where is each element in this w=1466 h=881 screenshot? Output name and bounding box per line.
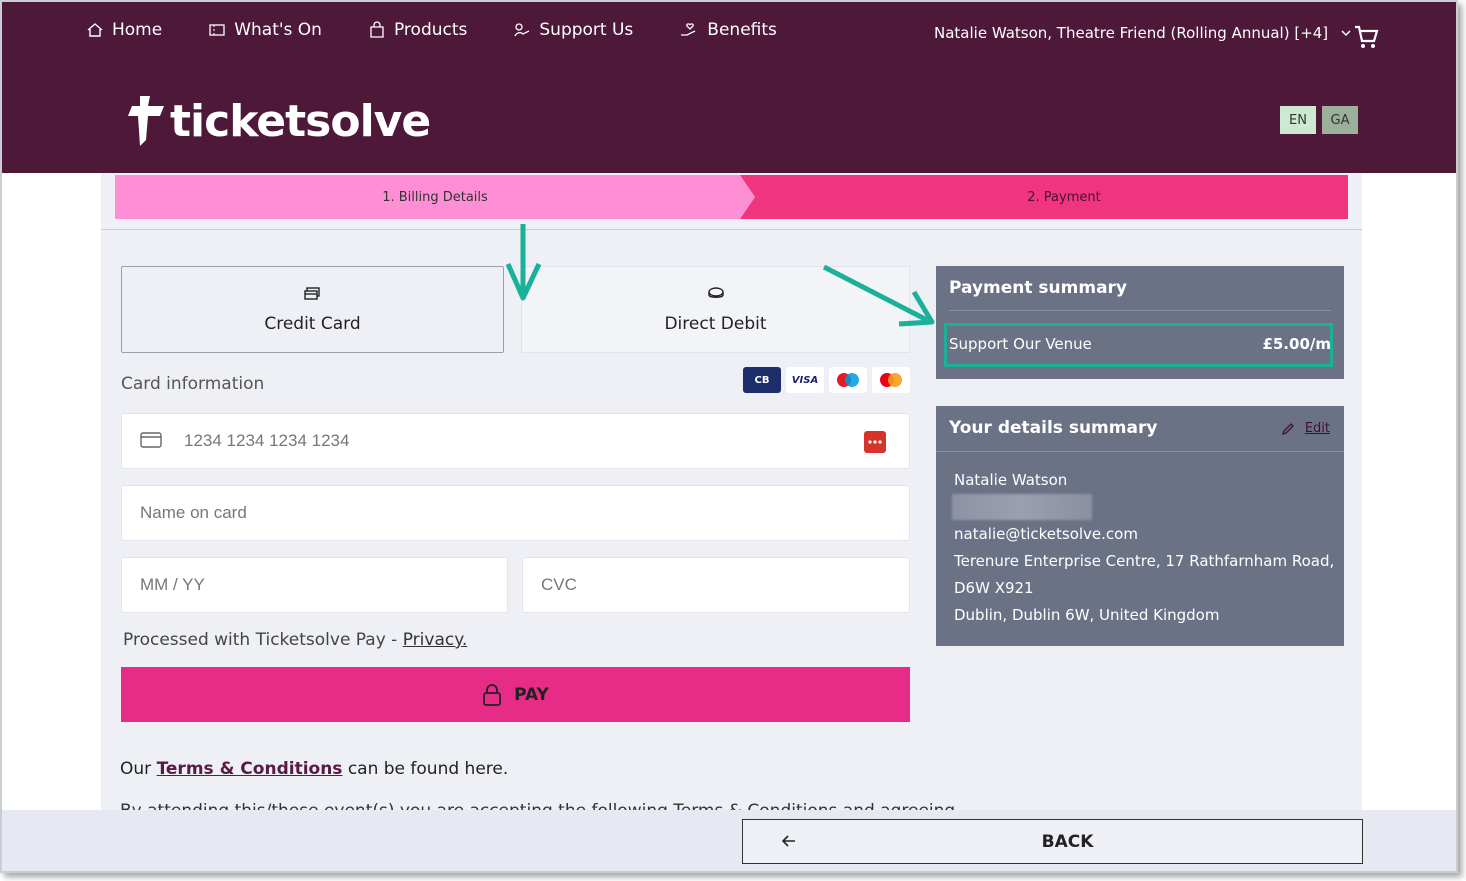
password-manager-icon[interactable] bbox=[863, 430, 887, 454]
divider bbox=[101, 229, 1362, 230]
name-on-card-field[interactable] bbox=[121, 485, 910, 541]
edit-details-link[interactable]: Edit bbox=[1281, 421, 1330, 436]
divider bbox=[949, 310, 1331, 311]
details-email: natalie@ticketsolve.com bbox=[954, 525, 1138, 543]
cart-button[interactable] bbox=[1352, 22, 1380, 54]
ticket-icon bbox=[209, 24, 225, 36]
card-icon bbox=[140, 432, 162, 448]
logo-wordmark: ticketsolve bbox=[170, 95, 431, 147]
details-address-line2: D6W X921 bbox=[954, 579, 1034, 597]
user-account-menu[interactable]: Natalie Watson, Theatre Friend (Rolling … bbox=[934, 24, 1352, 42]
pay-label: PAY bbox=[514, 684, 549, 705]
cart-icon bbox=[1355, 25, 1379, 48]
terms-conditions-link[interactable]: Terms & Conditions bbox=[157, 759, 343, 779]
cb-logo: CB bbox=[743, 367, 781, 393]
nav-home[interactable]: Home bbox=[86, 20, 162, 40]
checkout-steps: 1. Billing Details 2. Payment bbox=[115, 175, 1348, 219]
maestro-logo bbox=[829, 367, 867, 393]
highlight-box bbox=[944, 323, 1333, 367]
site-header: Home What's On Products Support Us Benef… bbox=[2, 2, 1456, 173]
credit-card-icon bbox=[303, 286, 320, 300]
chevron-down-icon bbox=[1341, 30, 1351, 37]
shopping-bag-icon bbox=[370, 21, 384, 38]
card-information-label: Card information bbox=[121, 374, 265, 394]
nav-whats-on[interactable]: What's On bbox=[208, 20, 322, 40]
direct-debit-tab[interactable]: Direct Debit bbox=[521, 266, 910, 353]
home-icon bbox=[87, 23, 103, 37]
cvc-input[interactable] bbox=[541, 575, 909, 595]
nav-benefits-label: Benefits bbox=[707, 20, 777, 40]
nav-home-label: Home bbox=[112, 20, 163, 40]
card-number-input[interactable] bbox=[184, 431, 909, 451]
back-button[interactable]: BACK bbox=[742, 819, 1363, 864]
expiry-field[interactable] bbox=[121, 557, 508, 613]
nav-products-label: Products bbox=[393, 20, 468, 40]
nav-products[interactable]: Products bbox=[368, 20, 467, 40]
ticketsolve-logo[interactable]: ticketsolve bbox=[126, 94, 431, 148]
mastercard-logo bbox=[872, 367, 910, 393]
card-brands: CB VISA bbox=[743, 367, 910, 393]
terms-text: Our Terms & Conditions can be found here… bbox=[120, 759, 509, 779]
nav-benefits[interactable]: Benefits bbox=[679, 20, 777, 40]
direct-debit-label: Direct Debit bbox=[664, 313, 767, 334]
step-payment: 2. Payment bbox=[740, 175, 1348, 219]
step-billing-details[interactable]: 1. Billing Details bbox=[115, 175, 755, 219]
nav-support-us-label: Support Us bbox=[539, 20, 634, 40]
pay-button[interactable]: PAY bbox=[121, 667, 910, 722]
coins-icon bbox=[707, 286, 724, 298]
back-label: BACK bbox=[1041, 831, 1094, 852]
card-number-field[interactable] bbox=[121, 413, 910, 469]
details-summary-panel: Your details summary Edit Natalie Watson… bbox=[936, 406, 1344, 646]
lock-icon bbox=[483, 683, 502, 706]
credit-card-tab[interactable]: Credit Card bbox=[121, 266, 504, 353]
payment-summary-panel: Payment summary Support Our Venue £5.00/… bbox=[936, 266, 1344, 379]
details-address-line1: Terenure Enterprise Centre, 17 Rathfarnh… bbox=[954, 552, 1335, 570]
details-summary-title: Your details summary bbox=[949, 418, 1158, 438]
nav-support-us[interactable]: Support Us bbox=[513, 20, 633, 40]
expiry-input[interactable] bbox=[140, 575, 507, 595]
cvc-field[interactable] bbox=[522, 557, 910, 613]
user-name-label: Natalie Watson, Theatre Friend (Rolling … bbox=[934, 24, 1329, 42]
browser-frame: Home What's On Products Support Us Benef… bbox=[0, 0, 1458, 873]
edit-label: Edit bbox=[1304, 421, 1330, 436]
language-en-button[interactable]: EN bbox=[1280, 106, 1316, 134]
nav-whats-on-label: What's On bbox=[234, 20, 322, 40]
processed-with-text: Processed with Ticketsolve Pay - Privacy… bbox=[123, 630, 467, 650]
logo-mark-icon bbox=[128, 96, 164, 146]
processed-label: Processed with Ticketsolve Pay - bbox=[123, 630, 403, 650]
donate-icon bbox=[514, 23, 530, 37]
redacted-phone bbox=[952, 494, 1092, 520]
name-on-card-input[interactable] bbox=[140, 503, 909, 523]
pencil-icon bbox=[1281, 422, 1294, 435]
divider bbox=[936, 451, 1344, 452]
credit-card-label: Credit Card bbox=[264, 313, 361, 334]
privacy-link[interactable]: Privacy. bbox=[403, 630, 468, 650]
payment-summary-title: Payment summary bbox=[949, 278, 1128, 298]
hand-heart-icon bbox=[681, 23, 696, 36]
language-ga-button[interactable]: GA bbox=[1322, 106, 1358, 134]
details-name: Natalie Watson bbox=[954, 471, 1068, 489]
details-address-line3: Dublin, Dublin 6W, United Kingdom bbox=[954, 606, 1220, 624]
checkout-content: 1. Billing Details 2. Payment Credit Car… bbox=[101, 173, 1362, 813]
visa-logo: VISA bbox=[786, 367, 824, 393]
main-nav: Home What's On Products Support Us Benef… bbox=[86, 20, 823, 40]
